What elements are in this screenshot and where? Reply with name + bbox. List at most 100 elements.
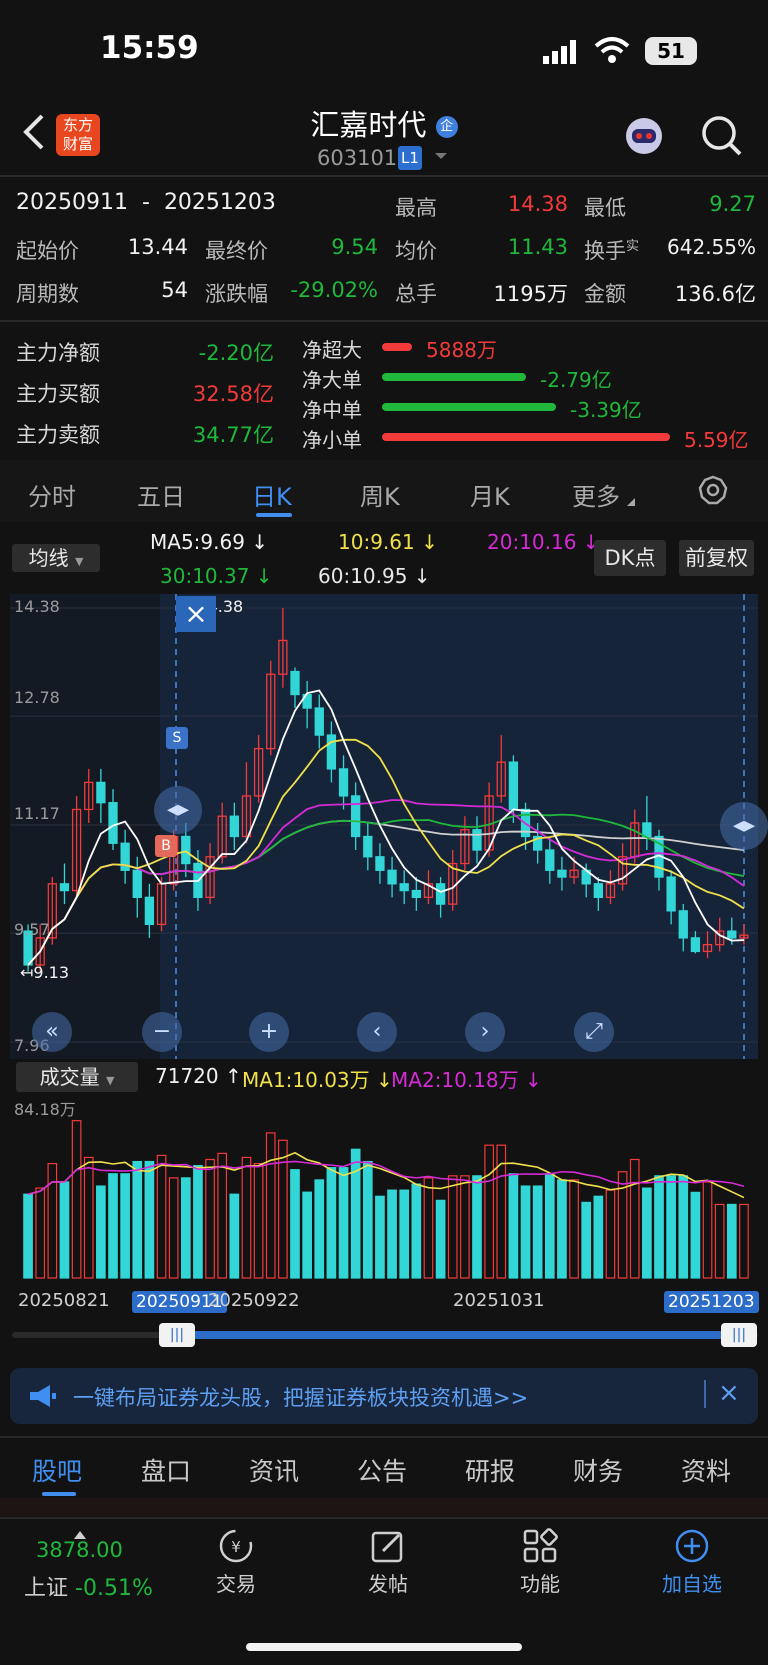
index-ticker[interactable]: 上证 -0.51% bbox=[24, 1570, 153, 1602]
range-handle-end[interactable]: ||| bbox=[721, 1323, 757, 1347]
volume-bar bbox=[375, 1195, 385, 1279]
tab-news[interactable]: 资讯 bbox=[249, 1452, 299, 1488]
amount-value: 136.6亿 bbox=[674, 282, 756, 306]
volume-bar bbox=[326, 1167, 337, 1279]
volume-bar bbox=[23, 1193, 33, 1279]
post-icon[interactable] bbox=[370, 1528, 406, 1568]
trade-label[interactable]: 交易 bbox=[186, 1568, 286, 1597]
volume-selector[interactable]: 成交量 ▼ bbox=[16, 1062, 138, 1092]
periods-value: 54 bbox=[161, 278, 188, 302]
tab-intraday[interactable]: 分时 bbox=[28, 477, 76, 512]
signal-icon bbox=[543, 40, 577, 68]
candle-body bbox=[326, 734, 337, 770]
volume-bar bbox=[642, 1187, 652, 1279]
content-preview-strip bbox=[0, 1498, 768, 1516]
ma20-value: 20:10.16 ↓ bbox=[487, 530, 600, 554]
volume-bar bbox=[362, 1160, 373, 1279]
volume-chart[interactable] bbox=[10, 1098, 758, 1282]
candle-body bbox=[593, 883, 603, 898]
banner-close-icon[interactable]: × bbox=[718, 1378, 740, 1408]
scroll-right-icon[interactable]: › bbox=[465, 1012, 505, 1052]
dk-point-button[interactable]: DK点 bbox=[594, 540, 666, 576]
enterprise-badge-icon: 企 bbox=[435, 116, 458, 138]
add-watchlist-icon[interactable] bbox=[674, 1528, 710, 1568]
zoom-out-icon[interactable]: − bbox=[142, 1012, 182, 1052]
drag-handle-right-icon[interactable]: ◂▸ bbox=[720, 802, 768, 850]
y-tick-label: 9.57 bbox=[14, 920, 50, 939]
avg-value: 11.43 bbox=[507, 235, 568, 259]
ma30-value: 30:10.37 ↓ bbox=[160, 564, 273, 588]
volume-ma2: MA2:10.18万 ↓ bbox=[391, 1068, 542, 1092]
tab-monthly-k[interactable]: 月K bbox=[470, 477, 510, 512]
tab-orderbook[interactable]: 盘口 bbox=[141, 1452, 191, 1488]
battery-icon: 51 bbox=[645, 37, 697, 65]
volume-bar bbox=[314, 1179, 325, 1279]
low-marker: ↤9.13 bbox=[20, 963, 70, 982]
tab-finance[interactable]: 财务 bbox=[573, 1452, 623, 1488]
tab-profile[interactable]: 资料 bbox=[681, 1452, 731, 1488]
tab-forum[interactable]: 股吧 bbox=[32, 1452, 82, 1488]
big-label: 净大单 bbox=[302, 368, 362, 392]
turnover-label: 换手实 bbox=[584, 239, 640, 263]
main-net-value: -2.20亿 bbox=[198, 341, 274, 365]
tab-five-day[interactable]: 五日 bbox=[137, 477, 185, 512]
post-label[interactable]: 发帖 bbox=[338, 1568, 438, 1597]
tab-weekly-k[interactable]: 周K bbox=[360, 477, 400, 512]
candlestick-chart[interactable] bbox=[10, 594, 758, 1059]
candle-body bbox=[399, 883, 409, 892]
buy-signal-marker[interactable]: B bbox=[155, 835, 177, 857]
zoom-in-icon[interactable]: + bbox=[249, 1012, 289, 1052]
candle-body bbox=[472, 829, 482, 851]
volume-bar bbox=[350, 1148, 361, 1279]
robot-assistant-icon[interactable] bbox=[622, 114, 666, 158]
features-label[interactable]: 功能 bbox=[490, 1568, 590, 1597]
volume-bar bbox=[520, 1185, 531, 1279]
volume-bar bbox=[144, 1160, 155, 1279]
trade-icon[interactable]: ¥ bbox=[218, 1528, 254, 1568]
turnover-value: 642.55% bbox=[667, 235, 756, 259]
chevron-down-icon[interactable] bbox=[434, 148, 448, 167]
settings-gear-icon[interactable] bbox=[697, 474, 729, 510]
drag-handle-left-icon[interactable]: ◂▸ bbox=[154, 786, 202, 834]
candle-body bbox=[545, 849, 555, 871]
promo-text[interactable]: 一键布局证券龙头股，把握证券板块投资机遇>> bbox=[73, 1382, 528, 1412]
close-icon[interactable]: × bbox=[176, 596, 216, 632]
search-icon[interactable] bbox=[700, 114, 744, 162]
small-label: 净小单 bbox=[302, 428, 362, 452]
close-label: 最终价 bbox=[205, 239, 268, 263]
ma60-value: 60:10.95 ↓ bbox=[318, 564, 431, 588]
volume-bar bbox=[96, 1185, 106, 1279]
candle-body bbox=[144, 896, 155, 926]
sell-signal-marker[interactable]: S bbox=[166, 727, 188, 749]
main-buy-label: 主力买额 bbox=[16, 382, 100, 406]
level-badge[interactable]: L1 bbox=[398, 146, 422, 170]
candle-body bbox=[508, 761, 519, 811]
tab-daily-k[interactable]: 日K bbox=[252, 477, 292, 512]
add-watchlist-label[interactable]: 加自选 bbox=[642, 1568, 742, 1597]
index-value[interactable]: 3878.00 bbox=[36, 1538, 123, 1562]
ma5-value: MA5:9.69 ↓ bbox=[150, 530, 269, 554]
main-sell-label: 主力卖额 bbox=[16, 423, 100, 447]
scroll-left-icon[interactable]: ‹ bbox=[357, 1012, 397, 1052]
jump-start-icon[interactable]: « bbox=[32, 1012, 72, 1052]
volume-bar bbox=[726, 1203, 737, 1279]
volume-bar bbox=[338, 1167, 349, 1279]
super-bar bbox=[382, 343, 412, 351]
tab-research[interactable]: 研报 bbox=[465, 1452, 515, 1488]
candle-body bbox=[411, 889, 421, 898]
volume-bar bbox=[544, 1173, 555, 1279]
price-adjust-button[interactable]: 前复权 bbox=[679, 540, 754, 576]
svg-text:¥: ¥ bbox=[231, 1538, 241, 1556]
super-label: 净超大 bbox=[302, 338, 362, 362]
tab-more[interactable]: 更多 bbox=[572, 477, 620, 512]
tab-announcements[interactable]: 公告 bbox=[357, 1452, 407, 1488]
volume-max-label: 84.18万 bbox=[14, 1100, 76, 1119]
big-value: -2.79亿 bbox=[540, 368, 612, 392]
range-handle-start[interactable]: ||| bbox=[159, 1323, 195, 1347]
main-buy-value: 32.58亿 bbox=[192, 382, 274, 406]
volume-ma1: MA1:10.03万 ↓ bbox=[242, 1068, 393, 1092]
features-icon[interactable] bbox=[522, 1528, 558, 1568]
indicator-selector[interactable]: 均线 ▼ bbox=[12, 544, 100, 572]
fullscreen-icon[interactable]: ⤢ bbox=[574, 1012, 614, 1052]
open-label: 起始价 bbox=[16, 239, 79, 263]
